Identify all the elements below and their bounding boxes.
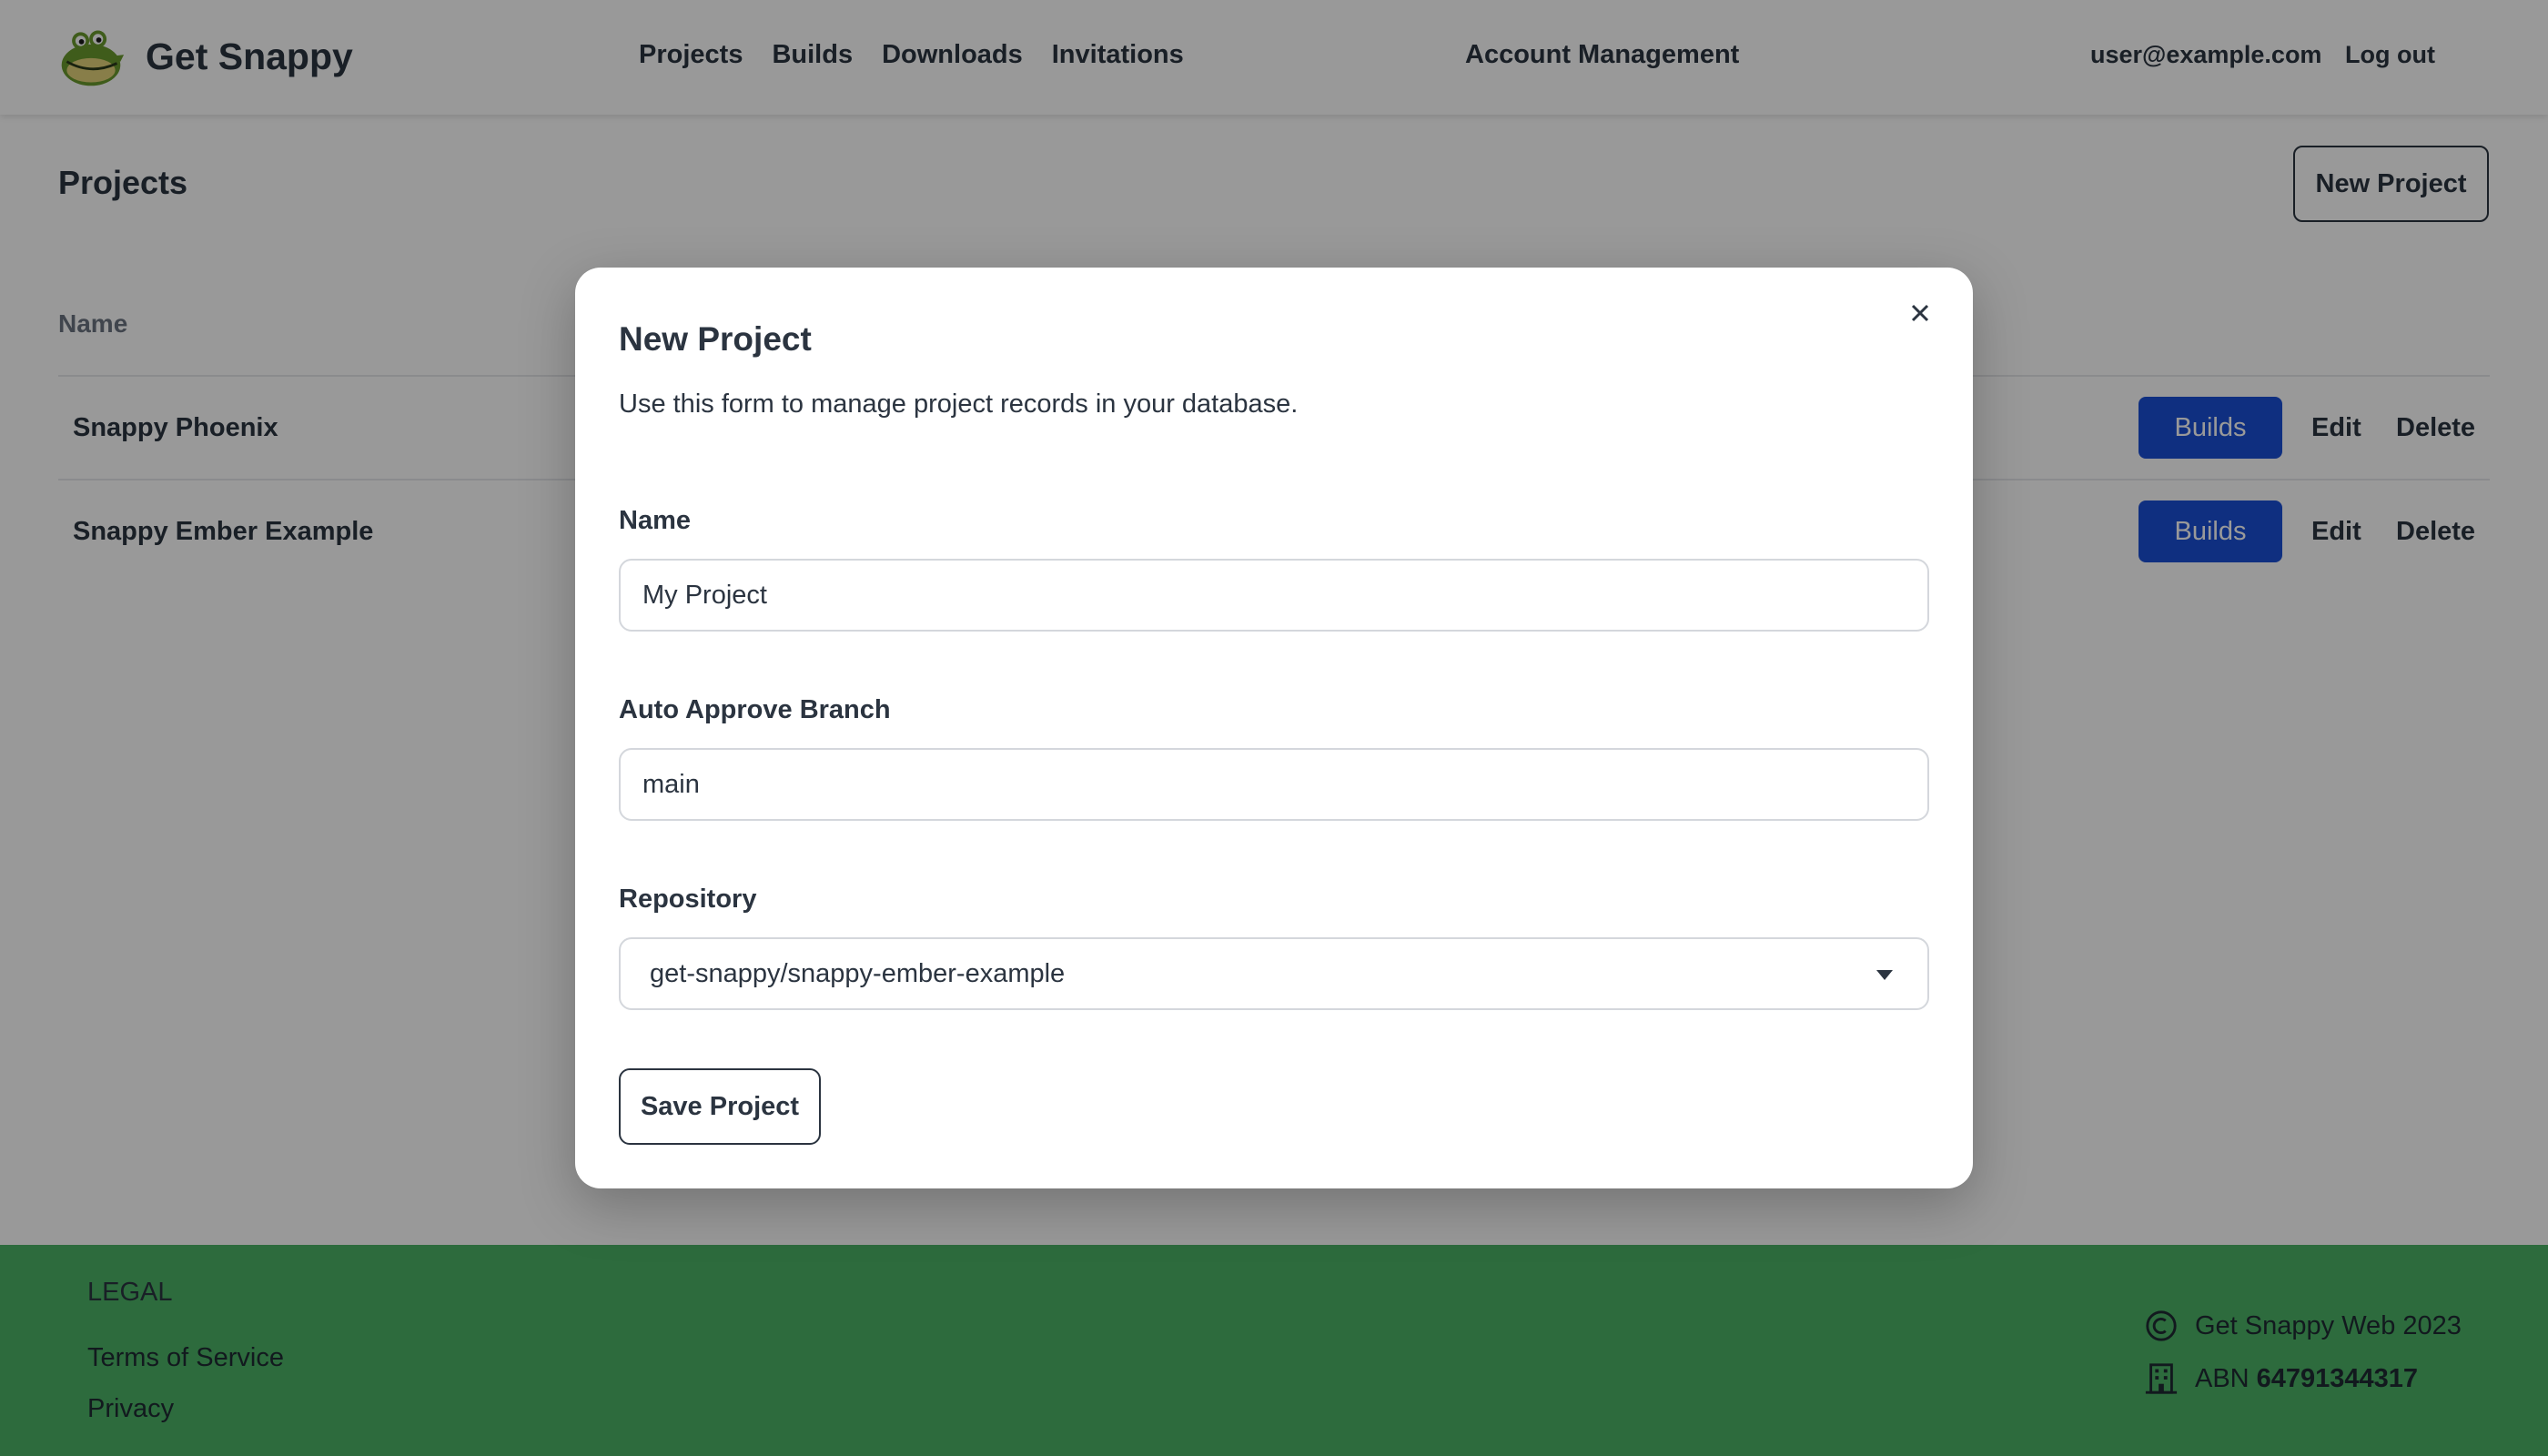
repository-selected-value: get-snappy/snappy-ember-example: [650, 958, 1066, 988]
modal-title: New Project: [619, 320, 812, 358]
name-label: Name: [619, 506, 691, 535]
name-input[interactable]: [619, 559, 1929, 632]
repository-select[interactable]: get-snappy/snappy-ember-example: [619, 937, 1929, 1010]
auto-approve-branch-input[interactable]: [619, 748, 1929, 821]
repository-label: Repository: [619, 885, 757, 914]
branch-label: Auto Approve Branch: [619, 695, 891, 724]
page: Get Snappy Projects Builds Downloads Inv…: [0, 0, 2548, 1456]
save-project-button[interactable]: Save Project: [619, 1068, 821, 1145]
chevron-down-icon: [1876, 970, 1893, 980]
new-project-modal: New Project Use this form to manage proj…: [575, 268, 1973, 1188]
modal-description: Use this form to manage project records …: [619, 389, 1299, 419]
close-icon[interactable]: [1904, 297, 1936, 329]
